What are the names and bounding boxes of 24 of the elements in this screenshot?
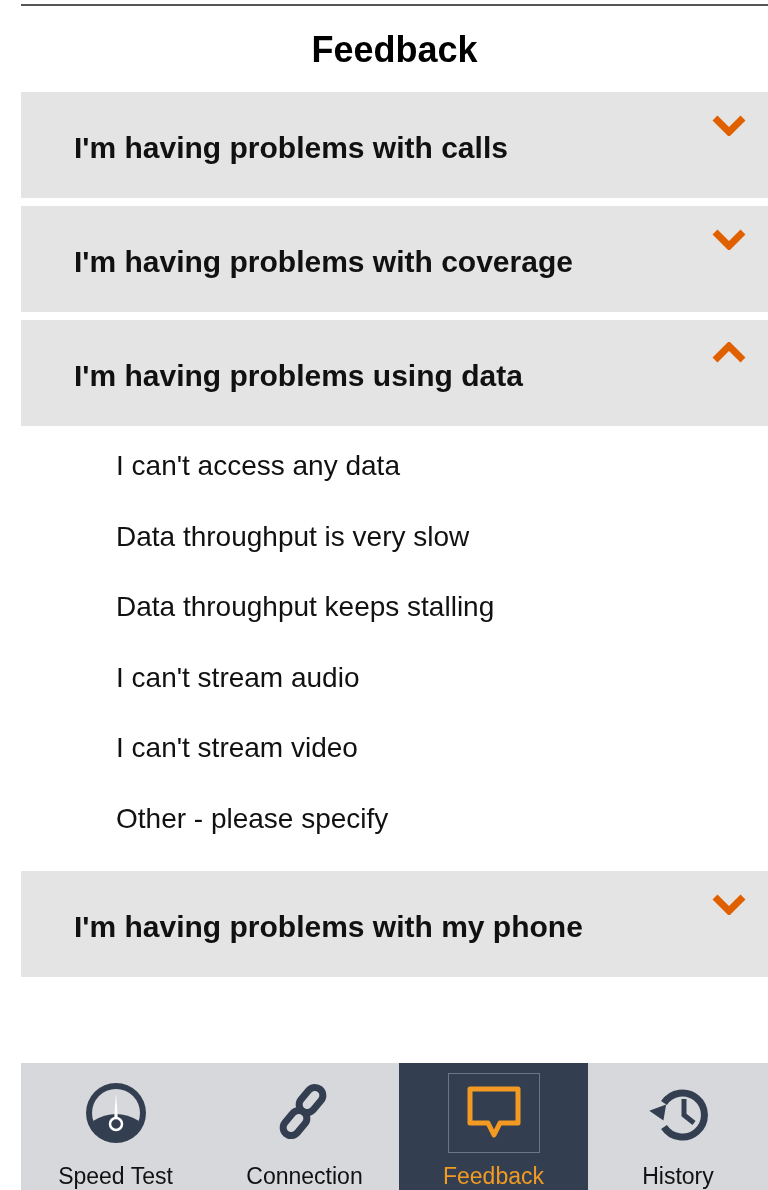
accordion-label: I'm having problems using data (74, 358, 523, 394)
option-item[interactable]: I can't stream audio (116, 649, 360, 706)
accordion-header[interactable]: I'm having problems with calls (21, 92, 768, 198)
option-item[interactable]: Other - please specify (116, 790, 389, 847)
chevron-down-icon (712, 228, 746, 250)
accordion-header[interactable]: I'm having problems with my phone (21, 871, 768, 977)
page-title: Feedback (311, 30, 478, 70)
nav-tab[interactable]: Speed Test (21, 1063, 210, 1190)
accordion-header[interactable]: I'm having problems with coverage (21, 206, 768, 312)
nav-tab[interactable]: Connection (210, 1063, 399, 1190)
chevron-down-icon (712, 114, 746, 136)
nav-tab[interactable]: History (588, 1063, 768, 1190)
accordion-header[interactable]: I'm having problems using data (21, 320, 768, 426)
accordion-label: I'm having problems with calls (74, 130, 508, 166)
option-item[interactable]: I can't access any data (116, 438, 400, 494)
nav-tab[interactable]: Feedback (399, 1063, 588, 1190)
accordion-label: I'm having problems with coverage (74, 244, 573, 280)
gauge-icon (83, 1081, 148, 1145)
chevron-up-icon (712, 342, 746, 364)
option-item[interactable]: Data throughput keeps stalling (116, 579, 495, 635)
option-item[interactable]: Data throughput is very slow (116, 508, 470, 565)
option-item[interactable]: I can't stream video (116, 720, 358, 776)
accordion-label: I'm having problems with my phone (74, 909, 583, 945)
chevron-down-icon (712, 893, 746, 915)
